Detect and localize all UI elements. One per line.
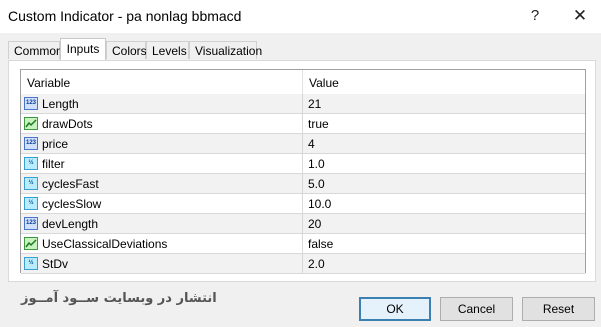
- variable-name: devLength: [42, 217, 99, 231]
- table-row[interactable]: 123 price 4: [21, 134, 585, 154]
- variable-name: UseClassicalDeviations: [42, 237, 168, 251]
- cancel-button[interactable]: Cancel: [440, 297, 513, 321]
- table-row[interactable]: drawDots true: [21, 114, 585, 134]
- cell-divider: [302, 134, 303, 154]
- table-row[interactable]: ½ cyclesSlow 10.0: [21, 194, 585, 214]
- value-column-header[interactable]: Value: [309, 76, 339, 90]
- double-icon: ½: [24, 257, 38, 270]
- variable-name: cyclesFast: [42, 177, 99, 191]
- tab-strip: Common Inputs Colors Levels Visualizatio…: [8, 37, 598, 61]
- help-button[interactable]: ?: [525, 6, 545, 26]
- title-bar: Custom Indicator - pa nonlag bbmacd ? ✕: [0, 0, 601, 33]
- inputs-grid: Variable Value 123 Length 21 drawDots true 12…: [20, 69, 586, 274]
- tab-levels[interactable]: Levels: [146, 41, 189, 59]
- double-icon: ½: [24, 197, 38, 210]
- variable-value[interactable]: 10.0: [308, 197, 331, 211]
- cell-divider: [302, 94, 303, 114]
- variable-value[interactable]: 2.0: [308, 257, 325, 271]
- bool-icon: [24, 117, 38, 130]
- variable-value[interactable]: true: [308, 117, 329, 131]
- table-row[interactable]: ½ cyclesFast 5.0: [21, 174, 585, 194]
- window-title: Custom Indicator - pa nonlag bbmacd: [8, 8, 242, 24]
- table-row[interactable]: ½ filter 1.0: [21, 154, 585, 174]
- int-icon: 123: [24, 137, 38, 150]
- double-icon: ½: [24, 157, 38, 170]
- table-row[interactable]: 123 Length 21: [21, 94, 585, 114]
- cell-divider: [302, 194, 303, 214]
- cell-divider: [302, 174, 303, 194]
- cell-divider: [302, 154, 303, 174]
- table-row[interactable]: UseClassicalDeviations false: [21, 234, 585, 254]
- ok-button[interactable]: OK: [359, 297, 431, 321]
- cell-divider: [302, 234, 303, 254]
- variable-name: filter: [42, 157, 65, 171]
- variable-value[interactable]: 4: [308, 137, 315, 151]
- table-row[interactable]: ½ StDv 2.0: [21, 254, 585, 274]
- table-row[interactable]: 123 devLength 20: [21, 214, 585, 234]
- int-icon: 123: [24, 217, 38, 230]
- bool-icon: [24, 237, 38, 250]
- tab-visualization[interactable]: Visualization: [189, 41, 262, 59]
- variable-value[interactable]: 5.0: [308, 177, 325, 191]
- inputs-panel: Variable Value 123 Length 21 drawDots true 12…: [8, 60, 596, 282]
- variable-value[interactable]: 21: [308, 97, 321, 111]
- int-icon: 123: [24, 97, 38, 110]
- cell-divider: [302, 254, 303, 274]
- column-divider[interactable]: [302, 70, 303, 94]
- variable-name: price: [42, 137, 69, 151]
- variable-name: drawDots: [42, 117, 93, 131]
- tab-colors[interactable]: Colors: [106, 41, 147, 59]
- variable-column-header[interactable]: Variable: [27, 76, 70, 90]
- reset-button[interactable]: Reset: [522, 297, 595, 321]
- variable-value[interactable]: false: [308, 237, 333, 251]
- tab-common[interactable]: Common: [8, 41, 63, 59]
- close-button[interactable]: ✕: [570, 6, 590, 26]
- variable-value[interactable]: 1.0: [308, 157, 325, 171]
- tab-inputs[interactable]: Inputs: [60, 38, 106, 60]
- cell-divider: [302, 214, 303, 234]
- double-icon: ½: [24, 177, 38, 190]
- watermark-text: انتشار در وبسایت ســود آمــوز: [21, 291, 217, 306]
- variable-name: cyclesSlow: [42, 197, 102, 211]
- variable-value[interactable]: 20: [308, 217, 321, 231]
- cell-divider: [302, 114, 303, 134]
- grid-header: Variable Value: [21, 70, 585, 95]
- variable-name: Length: [42, 97, 79, 111]
- variable-name: StDv: [42, 257, 69, 271]
